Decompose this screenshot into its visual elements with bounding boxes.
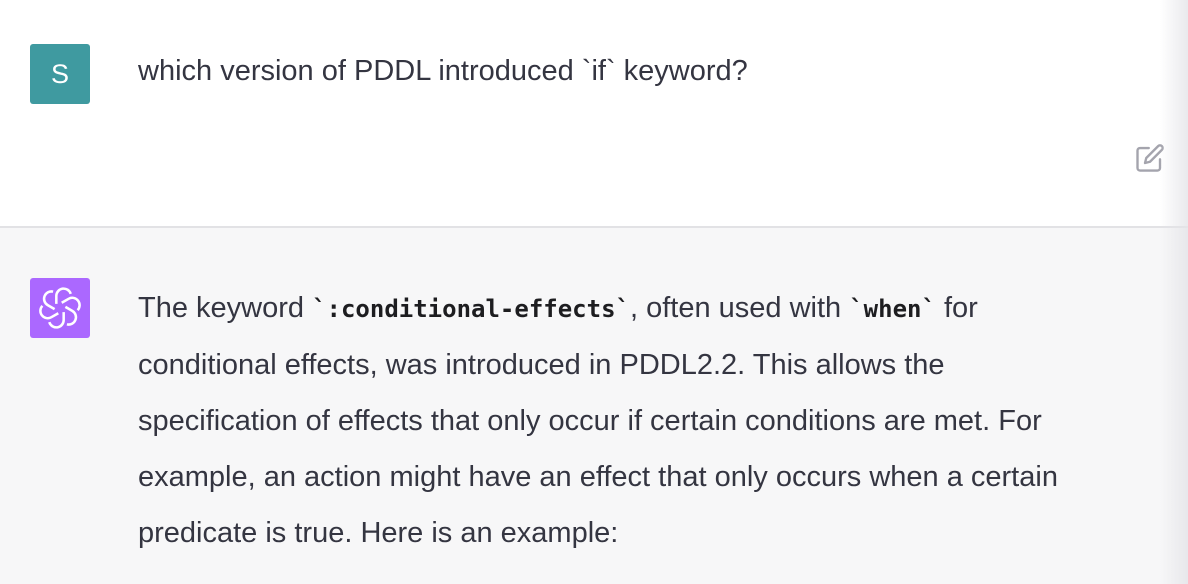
answer-text-segment: The keyword: [138, 292, 313, 324]
answer-text-segment: conditional effects, was introduced in P…: [138, 349, 945, 381]
user-message-row: S which version of PDDL introduced `if` …: [0, 0, 1188, 228]
answer-text-segment: predicate is true. Here is an example:: [138, 517, 619, 549]
edit-icon: [1136, 144, 1164, 172]
openai-logo-icon: [39, 287, 81, 329]
assistant-message-text: The keyword `:conditional-effects`, ofte…: [138, 280, 1158, 561]
user-avatar-initial: S: [50, 58, 69, 89]
answer-line: conditional effects, was introduced in P…: [138, 337, 1158, 393]
answer-line: example, an action might have an effect …: [138, 449, 1158, 505]
user-message-text: which version of PDDL introduced `if` ke…: [138, 55, 748, 87]
user-avatar: S: [30, 44, 90, 104]
answer-text-segment: example, an action might have an effect …: [138, 461, 1058, 493]
edit-message-button[interactable]: [1133, 141, 1167, 175]
inline-code: `when`: [849, 295, 936, 323]
assistant-avatar: [30, 278, 90, 338]
answer-line: specification of effects that only occur…: [138, 393, 1158, 449]
answer-text-segment: specification of effects that only occur…: [138, 405, 1042, 437]
inline-code: `:conditional-effects`: [312, 295, 630, 323]
answer-line: The keyword `:conditional-effects`, ofte…: [138, 280, 1158, 337]
answer-text-segment: , often used with: [629, 292, 850, 324]
answer-text-segment: for: [935, 292, 978, 324]
assistant-message-row: The keyword `:conditional-effects`, ofte…: [0, 228, 1188, 584]
chat-page: S which version of PDDL introduced `if` …: [0, 0, 1188, 584]
answer-line: predicate is true. Here is an example:: [138, 505, 1158, 561]
